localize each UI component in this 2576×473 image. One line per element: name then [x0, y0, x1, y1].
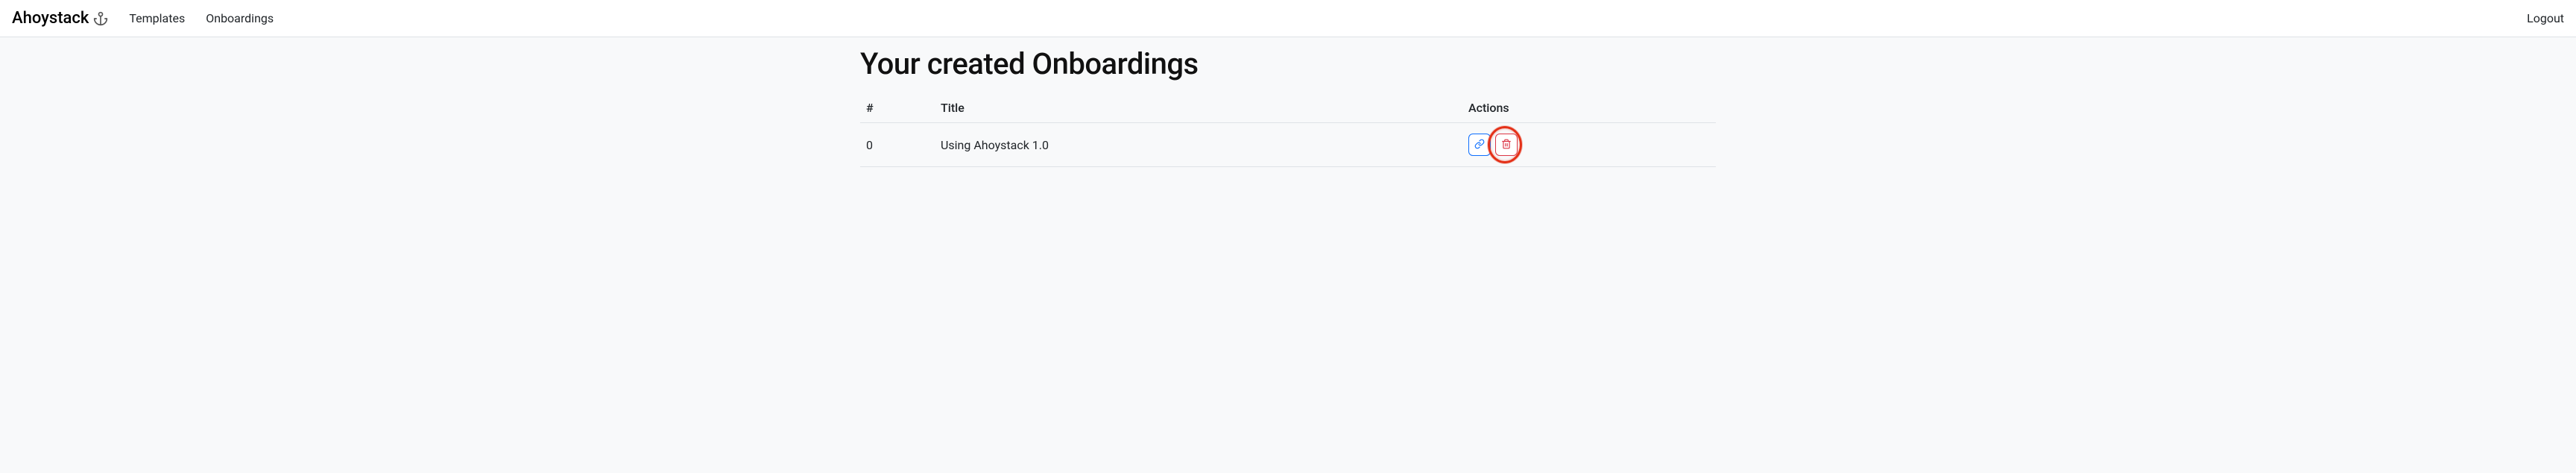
nav-templates[interactable]: Templates: [129, 11, 185, 25]
column-header-index: #: [860, 93, 935, 123]
trash-icon: [1501, 139, 1512, 151]
cell-actions: [1462, 123, 1716, 167]
navbar-right: Logout: [2527, 11, 2564, 25]
column-header-actions: Actions: [1462, 93, 1716, 123]
page-title: Your created Onboardings: [860, 46, 1716, 81]
actions-group: [1468, 134, 1710, 156]
delete-button[interactable]: [1495, 134, 1518, 156]
anchor-icon: [93, 11, 108, 26]
link-icon: [1474, 139, 1485, 151]
brand[interactable]: Ahoystack: [12, 9, 108, 28]
cell-index: 0: [860, 123, 935, 167]
table-header-row: # Title Actions: [860, 93, 1716, 123]
cell-title: Using Ahoystack 1.0: [935, 123, 1462, 167]
column-header-title: Title: [935, 93, 1462, 123]
table-row: 0 Using Ahoystack 1.0: [860, 123, 1716, 167]
page-content: Your created Onboardings # Title Actions…: [848, 37, 1728, 176]
brand-name: Ahoystack: [12, 9, 89, 28]
navbar-left: Ahoystack Templates Onboardings: [12, 9, 274, 28]
navbar: Ahoystack Templates Onboardings Logout: [0, 0, 2576, 37]
onboardings-table: # Title Actions 0 Using Ahoystack 1.0: [860, 93, 1716, 167]
annotation-highlight: [1495, 134, 1518, 156]
copy-link-button[interactable]: [1468, 134, 1491, 156]
nav-logout[interactable]: Logout: [2527, 11, 2564, 25]
nav-onboardings[interactable]: Onboardings: [206, 11, 274, 25]
